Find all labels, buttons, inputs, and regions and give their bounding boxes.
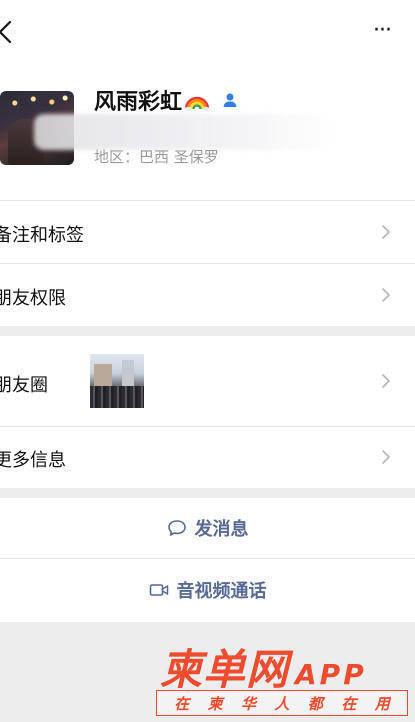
chevron-right-icon: [382, 374, 390, 388]
video-camera-icon: [149, 584, 168, 596]
voice-video-call-label: 音视频通话: [176, 581, 267, 602]
slogan-char: 在: [341, 694, 357, 713]
voice-video-call-content: 音视频通话: [149, 577, 267, 603]
chevron-left-icon[interactable]: [0, 18, 16, 46]
watermark-logo: 柬单网 APP: [160, 636, 367, 694]
slogan-char: 用: [374, 694, 390, 713]
region-label: 地区：巴西 圣保罗: [94, 148, 219, 166]
blurred-wechat-id: [34, 114, 338, 150]
slogan-char: 人: [274, 694, 290, 713]
name-row: 风雨彩虹: [94, 85, 238, 115]
row-friend-permissions[interactable]: 朋友权限: [0, 264, 415, 326]
chat-bubble-icon: [167, 520, 186, 536]
watermark-slogan: 在 柬 华 人 都 在 用: [156, 690, 408, 716]
send-message-label: 发消息: [194, 519, 249, 540]
send-message-button[interactable]: 发消息: [0, 498, 415, 558]
send-message-content: 发消息: [167, 515, 249, 541]
slogan-char: 柬: [207, 694, 223, 713]
more-options-button[interactable]: ···: [367, 16, 397, 46]
avatar-lights: [0, 91, 74, 111]
section-gap: [0, 326, 415, 336]
chevron-right-icon: [382, 450, 390, 464]
slogan-char: 华: [241, 694, 257, 713]
row-more-info[interactable]: 更多信息: [0, 427, 415, 488]
chevron-right-icon: [382, 288, 390, 302]
row-remark-tags[interactable]: 备注和标签: [0, 201, 415, 263]
top-bar: ···: [0, 0, 415, 64]
contact-name: 风雨彩虹: [94, 90, 183, 115]
slogan-char: 都: [307, 694, 323, 713]
row-moments[interactable]: 朋友圈: [0, 336, 415, 426]
thumb-crowd: [90, 386, 144, 408]
row-more-info-label: 更多信息: [0, 450, 66, 471]
row-remark-tags-label: 备注和标签: [0, 225, 84, 246]
row-moments-label: 朋友圈: [0, 375, 48, 396]
slogan-char: 在: [174, 694, 190, 713]
section-gap: [0, 488, 415, 498]
rainbow-icon: [184, 96, 211, 111]
row-friend-permissions-label: 朋友权限: [0, 288, 66, 309]
chevron-right-icon: [382, 225, 390, 239]
watermark-app: APP: [295, 658, 367, 691]
profile-card: 风雨彩虹 地区：巴西 圣保罗: [0, 64, 415, 200]
watermark-title: 柬单网: [160, 645, 290, 694]
male-icon: [223, 93, 237, 107]
moments-thumbnail: [90, 354, 144, 408]
voice-video-call-button[interactable]: 音视频通话: [0, 559, 415, 621]
